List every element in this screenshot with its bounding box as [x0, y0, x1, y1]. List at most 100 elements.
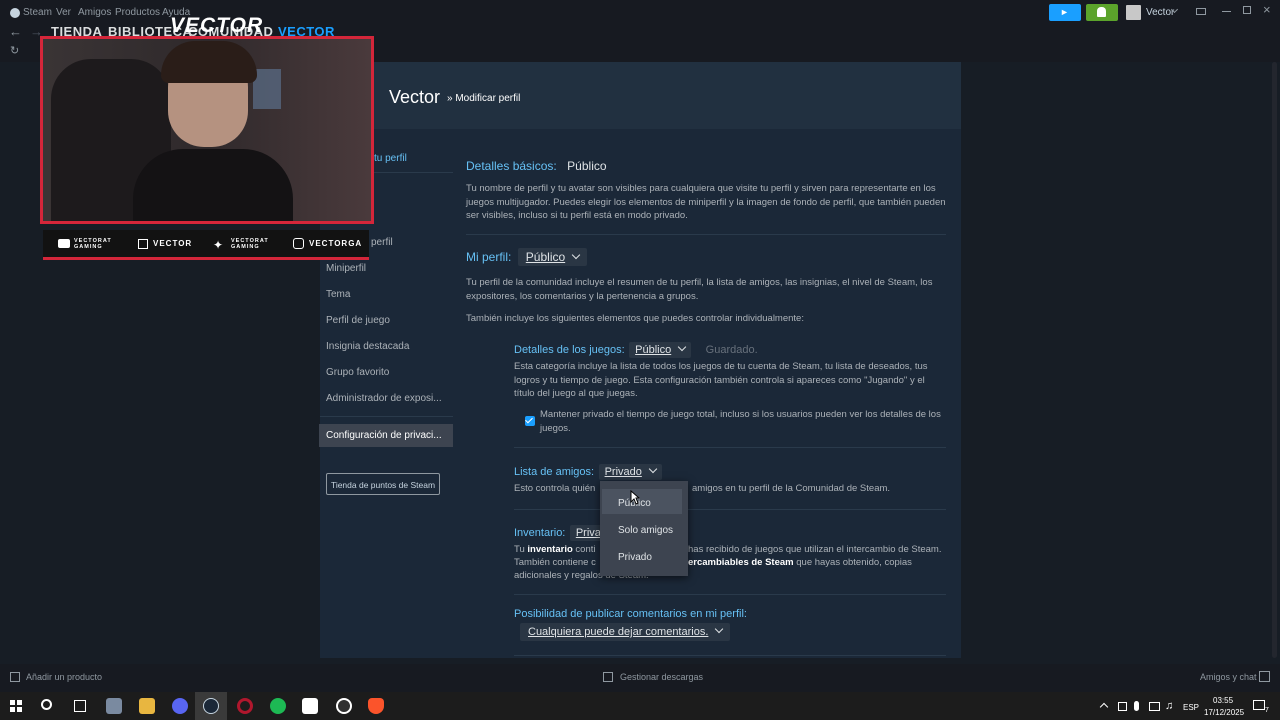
game-details-desc: Esta categoría incluye la lista de todos… [514, 361, 928, 399]
announce-button[interactable]: ► [1049, 4, 1081, 21]
sidebar-item-expositores[interactable]: Administrador de exposi... [326, 393, 442, 404]
privacy-dropdown-menu: Público Solo amigos Privado [600, 481, 688, 576]
notification-center-icon[interactable] [1253, 700, 1265, 710]
brave-icon[interactable] [368, 698, 384, 714]
profile-privacy-select[interactable]: Público [517, 248, 588, 266]
sidebar-item-privacidad[interactable]: Configuración de privaci... [319, 424, 453, 447]
inventory-text: Tu [514, 544, 528, 555]
task-view-icon[interactable] [74, 700, 86, 712]
sidebar-item-insignia[interactable]: Insignia destacada [326, 341, 409, 352]
bigpicture-icon[interactable] [1196, 8, 1206, 15]
game-details-value: Público [635, 344, 672, 356]
manage-downloads-button[interactable]: Gestionar descargas [620, 672, 703, 682]
saved-status: Guardado. [705, 344, 758, 356]
downloads-icon[interactable] [603, 672, 613, 682]
game-details-title: Detalles de los juegos: [514, 344, 625, 356]
section-divider [514, 655, 946, 656]
windows-start-icon[interactable] [10, 700, 22, 712]
minimize-icon[interactable] [1222, 11, 1231, 12]
sidebar-item-label: Configuración de privaci... [326, 430, 442, 441]
profile-privacy-value: Público [525, 250, 566, 264]
chevron-down-icon [715, 624, 724, 634]
menu-ver[interactable]: Ver [56, 7, 71, 18]
sidebar-item-back-to-profile[interactable]: tu perfil [374, 153, 407, 164]
inventory-text: has recibido de juegos que utilizan el i… [688, 544, 942, 555]
maximize-icon[interactable] [1243, 6, 1251, 14]
inventory-desc-line1: Tu inventario conti has recibido de juego… [514, 543, 954, 557]
add-product-button[interactable]: Añadir un producto [26, 672, 102, 682]
inventory-bold: inventario [527, 544, 573, 555]
steam-logo-icon[interactable] [10, 8, 20, 18]
section-divider [466, 234, 946, 235]
network-icon[interactable] [1149, 702, 1160, 711]
sidebar-divider [320, 416, 453, 417]
sidebar-item-tema[interactable]: Tema [326, 289, 350, 300]
inventory-row: Inventario: Priva [514, 523, 607, 541]
dropdown-option-privado[interactable]: Privado [602, 543, 682, 568]
steam-taskbar-icon[interactable] [203, 698, 219, 714]
breadcrumb: » Modificar perfil [447, 93, 521, 104]
youtube-icon [58, 239, 70, 248]
mouse-cursor-icon [630, 490, 640, 505]
sidebar-item-miniperfil[interactable]: Miniperfil [326, 263, 366, 274]
game-details-select[interactable]: Público [629, 342, 692, 358]
sidebar-item-grupo[interactable]: Grupo favorito [326, 367, 389, 378]
friends-list-select[interactable]: Privado [598, 464, 662, 480]
sidebar-item-perfil-juego[interactable]: Perfil de juego [326, 315, 390, 326]
chevron-down-icon [648, 464, 658, 474]
tray-app-icon[interactable] [1118, 702, 1127, 711]
back-arrow-icon[interactable]: ← [9, 24, 22, 39]
spotify-icon[interactable] [270, 698, 286, 714]
menu-productos[interactable]: Productos [115, 7, 160, 18]
comments-value: Cualquiera puede dejar comentarios. [528, 626, 709, 638]
friends-chat-icon[interactable] [1259, 671, 1270, 682]
close-icon[interactable]: × [1263, 2, 1271, 17]
notifications-button[interactable] [1086, 4, 1118, 21]
add-product-icon[interactable] [10, 672, 20, 682]
avatar[interactable] [1126, 5, 1141, 20]
dropdown-option-solo-amigos[interactable]: Solo amigos [602, 516, 682, 541]
profile-desc: Tu perfil de la comunidad incluye el res… [466, 277, 933, 302]
menu-amigos[interactable]: Amigos [78, 7, 111, 18]
friends-list-desc: Esto controla quién [514, 483, 596, 494]
inventory-text: que hayas obtenido, copias [793, 557, 912, 568]
app-icon-dark[interactable] [302, 698, 318, 714]
person-body [133, 149, 293, 221]
playtime-checkbox[interactable] [525, 415, 535, 426]
social-instagram: VECTORGA [309, 239, 363, 248]
profile-privacy-row: Mi perfil: Público [466, 248, 588, 266]
clock-date[interactable]: 17/12/2025 [1204, 708, 1244, 717]
friends-chat-button[interactable]: Amigos y chat [1200, 672, 1257, 682]
dropdown-option-publico[interactable]: Público [602, 489, 682, 514]
points-shop-button[interactable]: Tienda de puntos de Steam [326, 473, 440, 495]
refresh-icon[interactable]: ↻ [10, 44, 19, 57]
instagram-icon [293, 238, 304, 249]
sidebar-item-avatar[interactable]: perfil [371, 237, 393, 248]
clock-time[interactable]: 03:55 [1213, 696, 1233, 705]
bell-icon [1097, 7, 1106, 17]
discord-icon[interactable] [172, 698, 188, 714]
speaker-icon[interactable]: ♫ [1165, 700, 1173, 712]
inventory-title: Inventario: [514, 527, 566, 539]
page-scrollbar[interactable] [1272, 62, 1277, 658]
inventory-text: También contiene c [514, 557, 596, 568]
obs-icon[interactable] [336, 698, 352, 714]
chevron-down-icon [571, 250, 581, 260]
microphone-icon[interactable] [1134, 701, 1139, 711]
language-indicator[interactable]: ESP [1183, 703, 1199, 712]
menu-steam[interactable]: Steam [23, 7, 52, 18]
app-icon-generic[interactable] [106, 698, 122, 714]
basic-details-heading: Detalles básicos: Público [466, 157, 607, 175]
file-explorer-icon[interactable] [139, 698, 155, 714]
inventory-bold: ercambiables de Steam [688, 557, 794, 568]
social-twitch: VECTOR [153, 239, 193, 248]
opera-icon[interactable] [237, 698, 253, 714]
shelf-lights [253, 69, 281, 109]
friends-list-value: Privado [604, 466, 642, 478]
notification-count: 7 [1265, 707, 1269, 714]
comments-select[interactable]: Cualquiera puede dejar comentarios. [520, 622, 731, 641]
playtime-checkbox-label: Mantener privado el tiempo de juego tota… [540, 409, 941, 434]
search-icon[interactable] [41, 699, 52, 710]
friends-list-title: Lista de amigos: [514, 466, 595, 478]
section-divider [514, 509, 946, 510]
